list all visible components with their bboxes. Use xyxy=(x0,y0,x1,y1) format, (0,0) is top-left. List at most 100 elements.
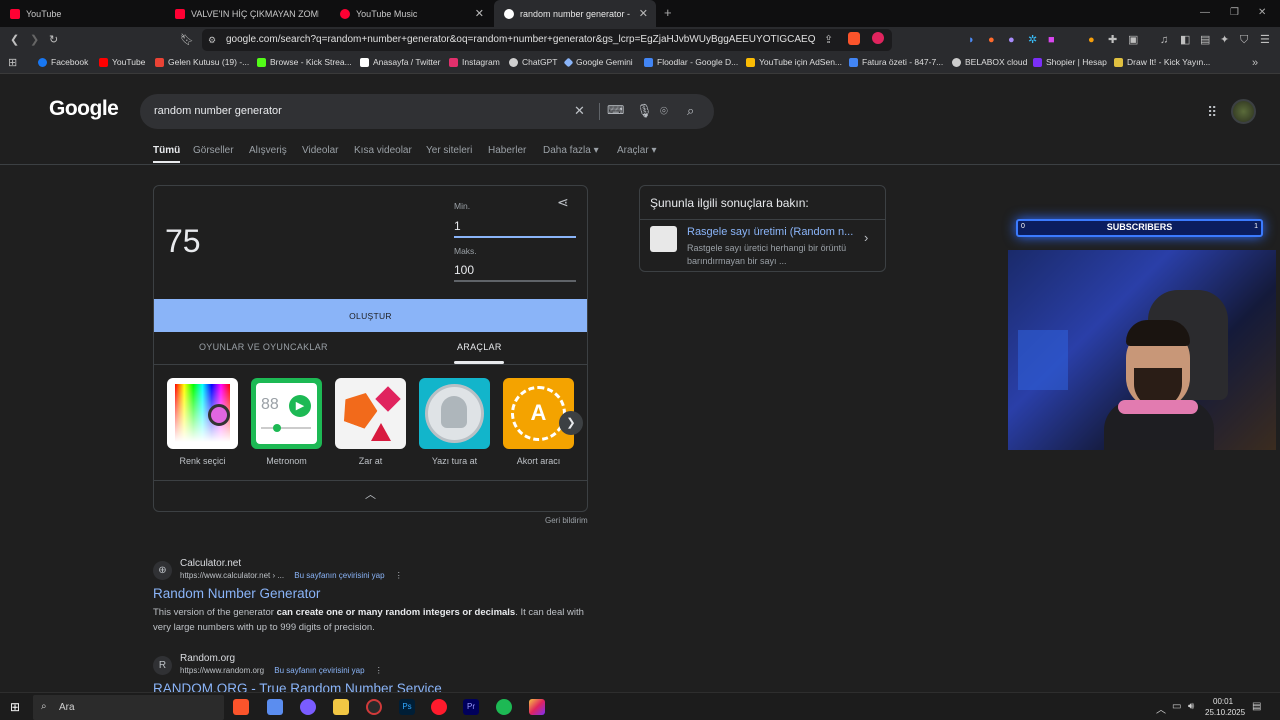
generate-button[interactable]: OLUŞTUR xyxy=(154,299,587,332)
collapse-chevron-icon[interactable]: ︿ xyxy=(365,486,376,502)
close-window-icon[interactable]: ✕ xyxy=(1258,7,1266,18)
brave-app-icon[interactable] xyxy=(233,699,249,715)
translate-link[interactable]: Bu sayfanın çevirisini yap xyxy=(274,666,364,675)
chevron-right-icon[interactable]: › xyxy=(864,230,868,245)
bookmark-belabox[interactable]: BELABOX cloud xyxy=(952,57,1027,67)
wallet-icon[interactable]: ▤ xyxy=(1200,33,1210,47)
google-apps-icon[interactable]: ⠿ xyxy=(1207,104,1217,121)
clock-date[interactable]: 25.10.2025 xyxy=(1205,708,1245,717)
reload-icon[interactable]: ↻ xyxy=(49,33,58,47)
app-icon[interactable] xyxy=(529,699,545,715)
tab-youtube-music[interactable]: YouTube Music ✕ xyxy=(330,0,492,27)
extension-icon[interactable]: ● xyxy=(988,33,995,47)
bookmark-instagram[interactable]: Instagram xyxy=(449,57,500,67)
tab-videos[interactable]: Videolar xyxy=(302,145,339,156)
result-url[interactable]: https://www.calculator.net › ... Bu sayf… xyxy=(180,571,403,580)
tool-roll-dice[interactable]: Zar at xyxy=(335,378,406,466)
bookmark-youtube[interactable]: YouTube xyxy=(99,57,145,67)
obs-app-icon[interactable] xyxy=(300,699,316,715)
app-icon[interactable] xyxy=(366,699,382,715)
spotify-icon[interactable] xyxy=(496,699,512,715)
tab-youtube[interactable]: YouTube xyxy=(0,0,165,27)
result-site-name[interactable]: Random.org xyxy=(180,653,235,664)
tab-news[interactable]: Haberler xyxy=(488,145,526,156)
photoshop-icon[interactable]: Ps xyxy=(399,699,415,715)
new-tab-button[interactable]: + xyxy=(664,5,672,20)
result-url[interactable]: https://www.random.org Bu sayfanın çevir… xyxy=(180,666,383,675)
bookmark-shopier[interactable]: Shopier | Hesap xyxy=(1033,57,1107,67)
minimize-icon[interactable]: — xyxy=(1200,7,1210,18)
max-input[interactable]: 100 xyxy=(454,263,576,282)
share-icon[interactable]: ⋖ xyxy=(557,194,569,211)
extension-icon[interactable]: ● xyxy=(1008,33,1015,47)
notifications-icon[interactable]: ▤ xyxy=(1252,701,1261,712)
extensions-puzzle-icon[interactable]: ✚ xyxy=(1108,33,1117,47)
tool-color-picker[interactable]: Renk seçici xyxy=(167,378,238,466)
tab-short-videos[interactable]: Kısa videolar xyxy=(354,145,412,156)
bookmark-facebook[interactable]: Facebook xyxy=(38,57,88,67)
keyboard-icon[interactable]: ⌨ xyxy=(607,103,624,117)
tools-next-icon[interactable]: ❯ xyxy=(559,411,583,435)
close-tab-icon[interactable]: ✕ xyxy=(639,7,648,20)
premiere-icon[interactable]: Pr xyxy=(463,699,479,715)
google-logo[interactable]: Google xyxy=(49,97,119,121)
sidebar-icon[interactable]: ◧ xyxy=(1180,33,1190,47)
downloads-icon[interactable]: ▣ xyxy=(1128,33,1138,47)
bookmark-adsense[interactable]: YouTube için AdSen... xyxy=(746,57,842,67)
bookmark-google-docs[interactable]: Floodlar - Google D... xyxy=(644,57,738,67)
network-icon[interactable]: ▭ xyxy=(1172,701,1181,712)
tab-places[interactable]: Yer siteleri xyxy=(426,145,472,156)
share-icon[interactable]: ⇪ xyxy=(824,33,833,47)
taskbar-search-input[interactable]: Ara xyxy=(59,702,75,713)
forward-icon[interactable]: ❯ xyxy=(30,33,39,47)
taskbar-search[interactable]: ⌕ Ara xyxy=(33,695,224,720)
bookmark-draw-it[interactable]: Draw It! - Kick Yayın... xyxy=(1114,57,1210,67)
tab-games-toys[interactable]: OYUNLAR VE OYUNCAKLAR xyxy=(199,342,328,352)
file-explorer-icon[interactable] xyxy=(333,699,349,715)
tab-google-search[interactable]: random number generator - Go ✕ xyxy=(494,0,656,27)
more-options-icon[interactable]: ⋮ xyxy=(375,666,383,675)
result-title[interactable]: Random Number Generator xyxy=(153,586,320,601)
site-settings-icon[interactable]: ⚙ xyxy=(208,33,216,47)
tool-metronome[interactable]: 88 ▶ Metronom xyxy=(251,378,322,466)
tab-shopping[interactable]: Alışveriş xyxy=(249,145,287,156)
close-tab-icon[interactable]: ✕ xyxy=(475,7,484,20)
tray-chevron-icon[interactable]: ︿ xyxy=(1156,701,1166,716)
tab-tools-subtab[interactable]: ARAÇLAR xyxy=(457,342,502,352)
tab-images[interactable]: Görseller xyxy=(193,145,234,156)
extension-icon[interactable]: ✲ xyxy=(1028,33,1037,47)
address-bar[interactable]: ⚙ google.com/search?q=random+number+gene… xyxy=(202,29,892,51)
bookmark-billing[interactable]: Fatura özeti - 847-7... xyxy=(849,57,943,67)
microphone-icon[interactable]: 🎙︎ xyxy=(636,103,653,119)
windows-start-icon[interactable]: ⊞ xyxy=(10,700,20,714)
min-input[interactable]: 1 xyxy=(454,219,576,238)
apps-grid-icon[interactable]: ⊞ xyxy=(8,56,17,70)
translate-link[interactable]: Bu sayfanın çevirisini yap xyxy=(294,571,384,580)
extension-icon[interactable]: ● xyxy=(1088,33,1095,47)
related-link[interactable]: Rasgele sayı üretimi (Random n... xyxy=(687,226,853,238)
result-title[interactable]: RANDOM.ORG - True Random Number Service xyxy=(153,681,442,692)
clear-search-icon[interactable]: ✕ xyxy=(574,103,585,119)
brave-rewards-icon[interactable] xyxy=(872,32,884,44)
leo-ai-icon[interactable]: ✦ xyxy=(1220,33,1229,47)
extension-icon[interactable]: ■ xyxy=(1048,33,1055,47)
result-site-name[interactable]: Calculator.net xyxy=(180,558,241,569)
settings-app-icon[interactable] xyxy=(267,699,283,715)
search-box[interactable]: random number generator ✕ ⌨ 🎙︎ ⌾ ⌕ xyxy=(140,94,714,129)
volume-icon[interactable]: 🔊︎ xyxy=(1188,701,1194,712)
vpn-shield-icon[interactable]: ⛉ xyxy=(1240,33,1248,47)
more-bookmarks-icon[interactable]: » xyxy=(1252,56,1258,70)
more-options-icon[interactable]: ⋮ xyxy=(395,571,403,580)
menu-icon[interactable]: ☰ xyxy=(1260,33,1270,47)
extension-icon[interactable]: ◗ xyxy=(968,33,975,47)
bookmark-gmail[interactable]: Gelen Kutusu (19) -... xyxy=(155,57,249,67)
bookmark-gemini[interactable]: Google Gemini xyxy=(563,57,633,67)
tab-more[interactable]: Daha fazla ▾ xyxy=(543,145,599,156)
media-icon[interactable]: ♫ xyxy=(1160,33,1168,47)
brave-shields-icon[interactable] xyxy=(848,32,860,45)
back-icon[interactable]: ❮ xyxy=(10,33,19,47)
bookmark-twitter[interactable]: Anasayfa / Twitter xyxy=(360,57,440,67)
bookmark-chatgpt[interactable]: ChatGPT xyxy=(509,57,557,67)
tool-flip-coin[interactable]: Yazı tura at xyxy=(419,378,490,466)
clock-time[interactable]: 00:01 xyxy=(1213,697,1233,706)
